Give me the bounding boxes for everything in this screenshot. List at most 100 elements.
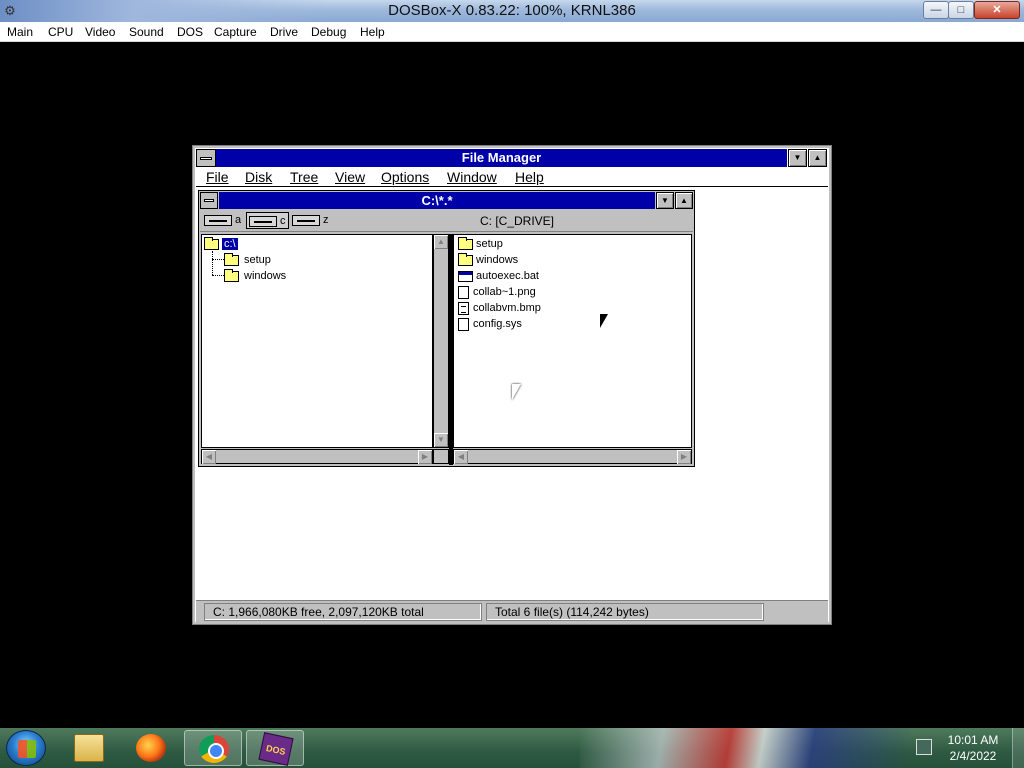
system-menu-bar-icon [204, 199, 214, 202]
folder-icon [224, 252, 239, 266]
child-system-menu-button[interactable] [200, 192, 218, 209]
folder-explorer-icon [74, 734, 104, 762]
tree-horizontal-scrollbar[interactable]: ◀ ▶ [201, 449, 433, 464]
host-maximize-button[interactable]: □ [948, 1, 974, 19]
floppy-drive-icon [204, 214, 232, 226]
mouse-pointer-icon [600, 314, 608, 328]
file-item-setup[interactable]: setup [458, 236, 503, 251]
drive-c[interactable]: c [246, 212, 289, 229]
host-minimize-button[interactable]: — [923, 1, 949, 19]
fm-menu-view-label: View [335, 169, 366, 185]
file-item-autoexec[interactable]: autoexec.bat [458, 269, 539, 283]
chrome-icon [199, 735, 229, 763]
host-window-title: DOSBox-X 0.83.22: 100%, KRNL386 [388, 2, 636, 19]
file-item-collabvm-bmp[interactable]: collabvm.bmp [458, 301, 541, 315]
tree-connector [212, 251, 213, 275]
taskbar-explorer[interactable] [60, 730, 118, 766]
start-button[interactable] [6, 730, 46, 766]
scroll-right-arrow-icon[interactable]: ▶ [418, 450, 432, 464]
clock-time: 10:01 AM [947, 733, 999, 747]
tree-item-setup[interactable]: setup [224, 252, 273, 267]
folder-icon [458, 252, 473, 266]
host-close-button[interactable]: ✕ [974, 1, 1020, 19]
status-file-total: Total 6 file(s) (114,242 bytes) [486, 603, 764, 621]
fm-menu-tree-label: Tree [290, 169, 319, 185]
file-item-label: config.sys [473, 318, 522, 330]
scroll-down-arrow-icon[interactable]: ▼ [434, 433, 448, 447]
file-item-windows[interactable]: windows [458, 252, 519, 267]
scroll-left-arrow-icon[interactable]: ◀ [202, 450, 216, 464]
drive-a[interactable]: a [204, 212, 241, 229]
directory-window: C:\*.* ▼ ▲ a c z C: [C_DRIVE] c:\ setup … [198, 190, 695, 467]
directory-tree-pane[interactable]: c:\ setup windows [201, 234, 433, 448]
taskbar-chrome[interactable] [184, 730, 242, 766]
menu-sound[interactable]: Sound [129, 25, 164, 39]
hard-drive-icon [292, 214, 320, 226]
file-item-label: setup [476, 238, 503, 250]
tree-item-root[interactable]: c:\ [204, 236, 238, 251]
file-item-label: collab~1.png [473, 286, 536, 298]
fm-menu-file-label: File [206, 169, 229, 185]
fm-menu-disk[interactable]: Disk [245, 169, 272, 185]
fm-maximize-button[interactable]: ▲ [808, 149, 827, 167]
fm-menu-help-label: Help [515, 169, 544, 185]
scrollbar-corner [433, 449, 449, 464]
fm-system-menu-button[interactable] [196, 149, 216, 167]
taskbar-firefox[interactable] [122, 730, 180, 766]
menu-drive[interactable]: Drive [270, 25, 298, 39]
drive-volume-label: C: [C_DRIVE] [480, 214, 555, 228]
fm-menu-tree[interactable]: Tree [290, 169, 318, 185]
fm-menu-disk-label: Disk [245, 169, 273, 185]
program-file-icon [458, 270, 473, 282]
scroll-right-arrow-icon[interactable]: ▶ [677, 450, 691, 464]
fm-menu-options-label: Options [381, 169, 430, 185]
hard-drive-icon [249, 215, 277, 227]
directory-window-titlebar[interactable]: C:\*.* [219, 192, 655, 209]
dosbox-icon: DOS BOX [258, 732, 294, 766]
drive-a-label: a [235, 214, 242, 226]
menu-video[interactable]: Video [85, 25, 115, 39]
drive-z-label: z [323, 214, 329, 226]
menu-capture[interactable]: Capture [214, 25, 257, 39]
fm-menu-window[interactable]: Window [447, 169, 497, 185]
host-titlebar[interactable]: ⚙ DOSBox-X 0.83.22: 100%, KRNL386 — □ ✕ [0, 0, 1024, 22]
file-item-label: autoexec.bat [476, 270, 539, 282]
file-item-label: windows [476, 254, 519, 266]
child-maximize-button[interactable]: ▲ [675, 192, 693, 209]
tree-item-windows[interactable]: windows [224, 268, 288, 283]
windows-logo-icon [18, 740, 36, 758]
child-minimize-button[interactable]: ▼ [656, 192, 674, 209]
menu-main[interactable]: Main [7, 25, 33, 39]
fm-menu-options[interactable]: Options [381, 169, 429, 185]
list-horizontal-scrollbar[interactable]: ◀ ▶ [453, 449, 692, 464]
system-menu-bar-icon [200, 157, 212, 160]
menu-debug[interactable]: Debug [311, 25, 346, 39]
fm-titlebar[interactable]: File Manager [216, 149, 787, 167]
taskbar-dosbox[interactable]: DOS BOX [246, 730, 304, 766]
file-list-pane[interactable]: setup windows autoexec.bat collab~1.png … [453, 234, 692, 448]
menu-help[interactable]: Help [360, 25, 385, 39]
tree-connector [212, 275, 224, 276]
file-item-config-sys[interactable]: config.sys [458, 317, 522, 331]
scroll-up-arrow-icon[interactable]: ▲ [434, 235, 448, 249]
tree-item-label: setup [244, 254, 271, 266]
tree-item-label: c:\ [222, 238, 238, 250]
fm-menubar: File Disk Tree View Options Window Help [196, 168, 828, 187]
tree-vertical-scrollbar[interactable]: ▲ ▼ [433, 234, 449, 448]
fm-menu-view[interactable]: View [335, 169, 365, 185]
fm-status-bar: C: 1,966,080KB free, 2,097,120KB total T… [196, 600, 828, 622]
fm-menu-file[interactable]: File [206, 169, 229, 185]
firefox-icon [136, 734, 166, 762]
host-menubar: Main CPU Video Sound DOS Capture Drive D… [0, 22, 1024, 42]
menu-dos[interactable]: DOS [177, 25, 203, 39]
show-desktop-button[interactable] [1012, 728, 1024, 768]
fm-menu-window-label: Window [447, 169, 497, 185]
fm-minimize-button[interactable]: ▼ [788, 149, 807, 167]
drive-z[interactable]: z [292, 212, 329, 229]
fm-menu-help[interactable]: Help [515, 169, 544, 185]
scroll-left-arrow-icon[interactable]: ◀ [454, 450, 468, 464]
menu-cpu[interactable]: CPU [48, 25, 73, 39]
taskbar-clock[interactable]: 10:01 AM 2/4/2022 [942, 732, 1004, 764]
network-tray-icon[interactable] [916, 739, 932, 755]
file-item-collab-png[interactable]: collab~1.png [458, 285, 536, 299]
